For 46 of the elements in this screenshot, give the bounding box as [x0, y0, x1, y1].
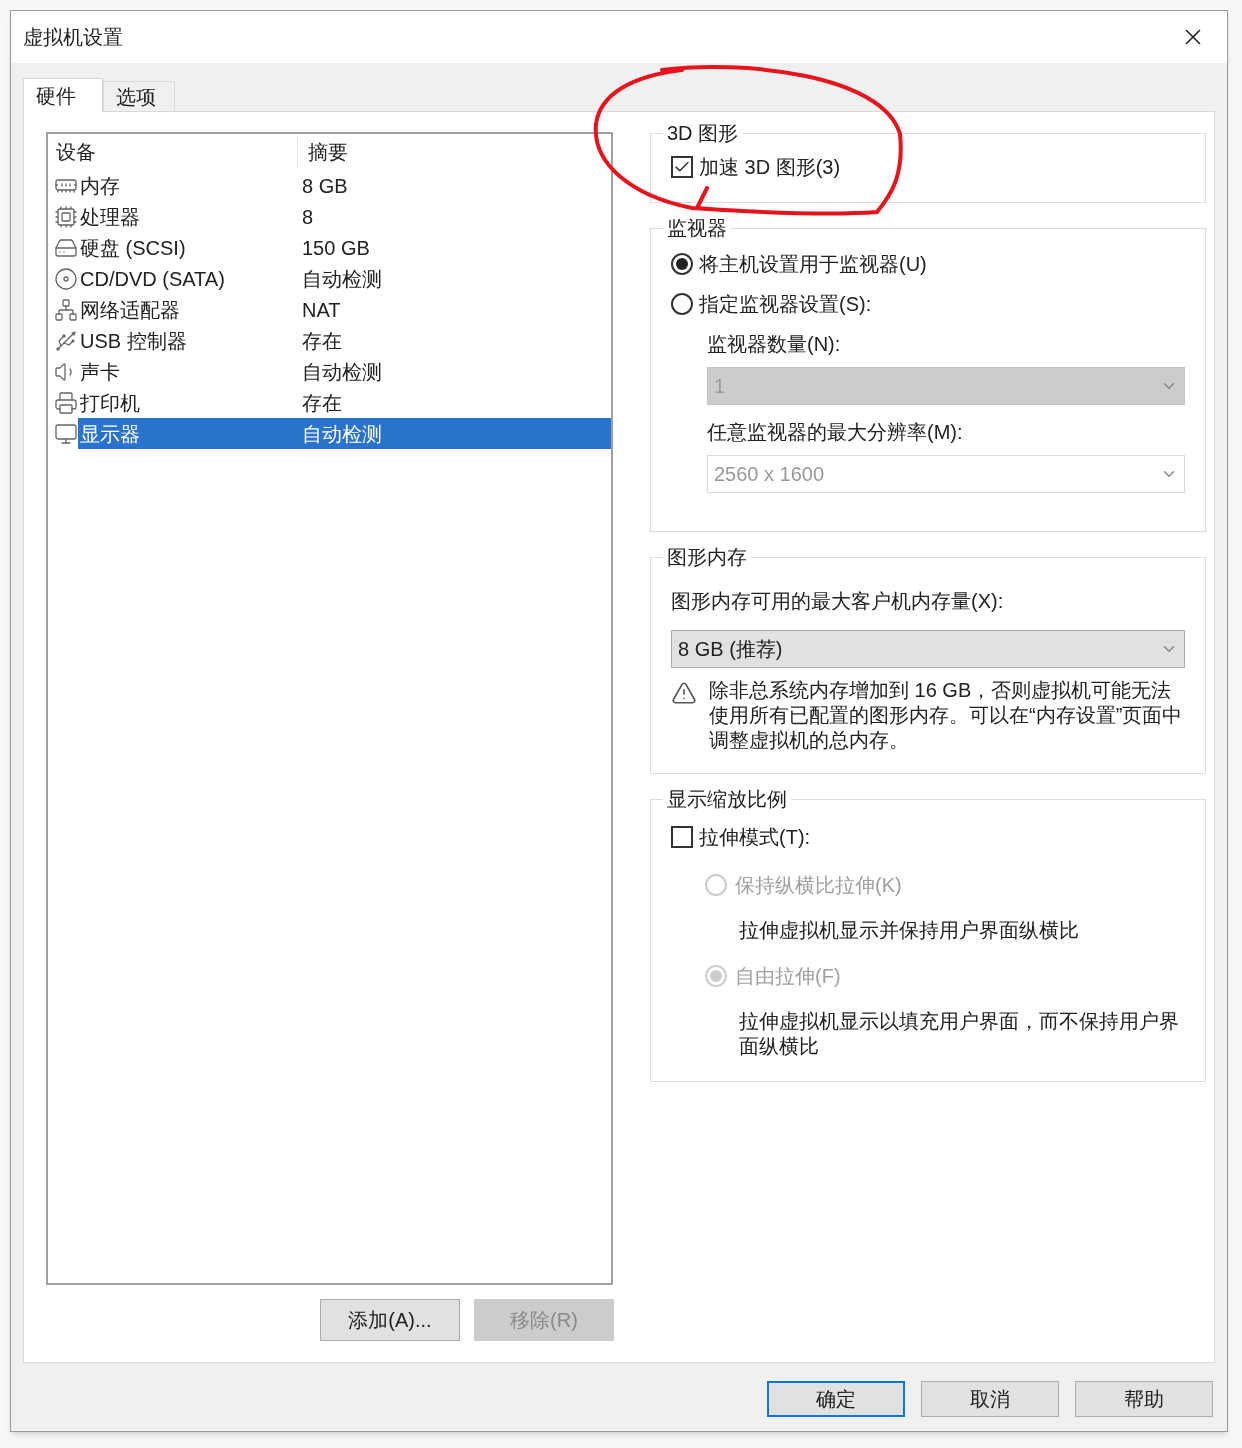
dialog-button[interactable]: 取消	[921, 1381, 1059, 1417]
device-row[interactable]: 声卡 自动检测	[78, 356, 611, 387]
dialog-button[interactable]: 帮助	[1075, 1381, 1213, 1417]
radio-label: 将主机设置用于监视器(U)	[699, 252, 927, 277]
group-title: 3D 图形	[666, 121, 740, 146]
column-header[interactable]: 设备	[48, 137, 298, 167]
radio-label: 指定监视器设置(S):	[699, 292, 872, 317]
device-button[interactable]: 添加(A)...	[320, 1299, 460, 1341]
device-row[interactable]: 网络适配器 NAT	[78, 294, 611, 325]
device-row[interactable]: 处理器 8	[78, 201, 611, 232]
tab[interactable]: 硬件	[23, 78, 103, 112]
printer-icon	[54, 390, 78, 415]
disc-icon	[54, 266, 78, 291]
column-header[interactable]: 摘要	[298, 137, 348, 167]
option-description: 拉伸虚拟机显示以填充用户界面，而不保持用户界面纵横比	[738, 1009, 1180, 1059]
radio-button[interactable]	[671, 293, 693, 315]
device-row[interactable]: 打印机 存在	[78, 387, 611, 418]
device-row[interactable]: 内存 8 GB	[78, 170, 611, 201]
radio-button[interactable]	[671, 253, 693, 275]
radio-label: 保持纵横比拉伸(K)	[735, 873, 902, 898]
network-icon	[54, 297, 78, 322]
radio-label: 自由拉伸(F)	[735, 964, 841, 989]
field-label: 图形内存可用的最大客户机内存量(X):	[671, 589, 1005, 614]
option-description: 拉伸虚拟机显示并保持用户界面纵横比	[738, 918, 1080, 943]
checkbox-label: 拉伸模式(T):	[699, 825, 811, 850]
checkbox-label: 加速 3D 图形(3)	[699, 155, 841, 180]
window-title: 虚拟机设置	[23, 25, 123, 50]
chip-icon	[54, 204, 78, 229]
device-row[interactable]: CD/DVD (SATA) 自动检测	[78, 263, 611, 294]
warning-icon	[671, 680, 697, 706]
device-row[interactable]: 显示器 自动检测	[78, 418, 611, 449]
device-row[interactable]: USB 控制器 存在	[78, 325, 611, 356]
usb-icon	[54, 328, 78, 353]
field-label: 监视器数量(N):	[707, 332, 842, 357]
warning-text: 除非总系统内存增加到 16 GB，否则虚拟机可能无法使用所有已配置的图形内存。可以在“内存设置”页面中调整虚拟机的总内存。	[709, 678, 1184, 753]
group-title: 图形内存	[666, 545, 748, 570]
device-row[interactable]: 硬盘 (SCSI) 150 GB	[78, 232, 611, 263]
monitor-icon	[54, 421, 78, 446]
tab[interactable]: 选项	[103, 81, 175, 111]
group-title: 显示缩放比例	[666, 787, 788, 812]
dialog-button[interactable]: 确定	[767, 1381, 905, 1417]
checkbox[interactable]	[671, 826, 693, 848]
checkbox[interactable]	[671, 156, 693, 178]
group-title: 监视器	[666, 216, 728, 241]
memory-dropdown[interactable]: 8 GB (推荐)	[671, 630, 1185, 668]
field-label: 任意监视器的最大分辨率(M):	[707, 420, 964, 445]
